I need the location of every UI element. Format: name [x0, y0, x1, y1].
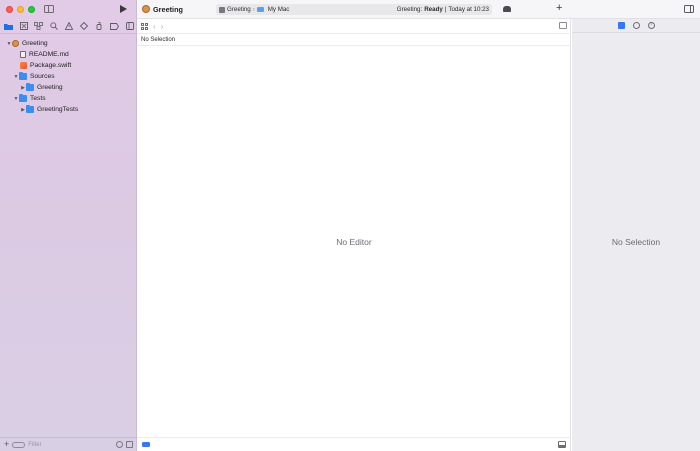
- file-inspector-icon[interactable]: [617, 22, 625, 29]
- inspector-panel: ? No Selection: [572, 0, 700, 451]
- scheme-name: Greeting: [227, 6, 251, 13]
- navigator-tab-bar: [4, 21, 134, 31]
- status-time: Today at 10:23: [448, 6, 489, 13]
- minimize-button[interactable]: [17, 6, 24, 13]
- bottom-panel-toggle-icon[interactable]: [558, 441, 566, 448]
- recent-files-icon[interactable]: [116, 441, 123, 448]
- navigator-sidebar: ▼ Greeting README.md Package.swift ▼ Sou…: [0, 0, 137, 451]
- source-control-navigator-tab[interactable]: [19, 22, 28, 31]
- folder-icon: [26, 104, 34, 113]
- inspector-toolbar: [572, 0, 700, 19]
- project-tree: ▼ Greeting README.md Package.swift ▼ Sou…: [0, 38, 137, 115]
- status-state: Ready: [424, 6, 443, 13]
- filter-input[interactable]: Filter: [28, 442, 113, 448]
- source-control-icon: [19, 22, 28, 30]
- folder-icon: [26, 82, 34, 91]
- project-title: Greeting: [153, 5, 184, 14]
- mac-icon: [256, 7, 264, 12]
- tree-row-readme[interactable]: README.md: [0, 49, 137, 60]
- symbol-navigator-tab[interactable]: [34, 22, 44, 31]
- build-status: Greeting: Ready | Today at 10:23: [397, 6, 489, 13]
- tree-row-label: README.md: [29, 51, 69, 58]
- breakpoint-icon: [109, 22, 119, 30]
- folder-icon: [19, 71, 27, 80]
- warning-icon: [65, 22, 73, 30]
- issue-navigator-tab[interactable]: [65, 22, 74, 31]
- diamond-icon: [80, 22, 89, 30]
- tree-row-tests[interactable]: ▼ Tests: [0, 93, 137, 104]
- tree-row-sources-greeting[interactable]: ▶ Greeting: [0, 82, 137, 93]
- tree-row-sources[interactable]: ▼ Sources: [0, 71, 137, 82]
- tree-row-label: Tests: [30, 95, 46, 102]
- xcode-window: ▼ Greeting README.md Package.swift ▼ Sou…: [0, 0, 700, 451]
- activity-viewer: Greeting › My Mac Greeting: Ready | Toda…: [216, 4, 492, 15]
- zoom-button[interactable]: [28, 6, 35, 13]
- project-icon: [142, 5, 150, 13]
- folder-icon: [19, 93, 27, 102]
- navigator-divider: [0, 33, 137, 34]
- folder-icon: [4, 23, 13, 30]
- sidebar-toggle-icon[interactable]: [44, 5, 54, 13]
- add-library-button[interactable]: +: [556, 2, 562, 14]
- status-separator: |: [444, 6, 447, 13]
- editor-path-bar[interactable]: No Selection: [137, 33, 571, 46]
- inspector-no-selection: No Selection: [611, 237, 661, 247]
- spray-icon: [96, 22, 102, 30]
- tree-row-label: Greeting: [37, 84, 63, 91]
- forward-arrow-icon[interactable]: ›: [161, 22, 164, 31]
- history-inspector-icon[interactable]: [632, 22, 640, 29]
- status-prefix: Greeting:: [396, 6, 423, 13]
- scheme-selector[interactable]: Greeting: [219, 6, 251, 13]
- tree-row-label: GreetingTests: [37, 106, 79, 113]
- tree-row-project[interactable]: ▼ Greeting: [0, 38, 137, 49]
- cloud-icon[interactable]: [503, 6, 511, 12]
- help-inspector-icon[interactable]: ?: [647, 22, 655, 29]
- document-icon: [20, 51, 26, 58]
- debug-area-icon[interactable]: [142, 442, 150, 447]
- tree-row-greeting-tests[interactable]: ▶ GreetingTests: [0, 104, 137, 115]
- symbols-icon: [34, 22, 44, 30]
- editor-area: ‹ › No Selection No Editor: [137, 19, 571, 451]
- tree-row-label: Sources: [30, 73, 55, 80]
- report-navigator-tab[interactable]: [125, 22, 134, 31]
- tree-row-label: Greeting: [22, 40, 48, 47]
- close-button[interactable]: [6, 6, 13, 13]
- filter-options-icon[interactable]: [12, 441, 26, 448]
- scheme-icon: [219, 6, 225, 13]
- swift-icon: [20, 62, 27, 69]
- no-editor-placeholder: No Editor: [336, 237, 372, 247]
- report-icon: [125, 22, 134, 30]
- related-items-icon[interactable]: [141, 22, 148, 30]
- editor-jump-bar: ‹ ›: [137, 19, 571, 33]
- tree-row-package-swift[interactable]: Package.swift: [0, 60, 137, 71]
- editor-footer: [137, 437, 571, 451]
- inspector-tab-bar: ?: [572, 19, 700, 33]
- project-navigator-tab[interactable]: [4, 22, 13, 31]
- debug-navigator-tab[interactable]: [95, 22, 104, 31]
- window-controls: [6, 6, 35, 13]
- destination-selector[interactable]: My Mac: [256, 6, 290, 13]
- back-arrow-icon[interactable]: ‹: [153, 22, 156, 31]
- find-navigator-tab[interactable]: [49, 22, 58, 31]
- destination-name: My Mac: [267, 6, 290, 13]
- source-control-filter-icon[interactable]: [126, 441, 133, 448]
- chevron-right-icon: ›: [252, 6, 255, 13]
- navigator-footer: + Filter: [0, 437, 137, 451]
- search-icon: [50, 22, 58, 30]
- inspector-toggle-icon[interactable]: [684, 5, 694, 13]
- test-navigator-tab[interactable]: [80, 22, 89, 31]
- breakpoint-navigator-tab[interactable]: [109, 22, 119, 31]
- tree-row-label: Package.swift: [30, 62, 72, 69]
- run-button[interactable]: [120, 5, 127, 13]
- split-editor-icon[interactable]: [559, 22, 567, 29]
- add-file-button[interactable]: +: [4, 440, 9, 449]
- package-icon: [12, 40, 19, 47]
